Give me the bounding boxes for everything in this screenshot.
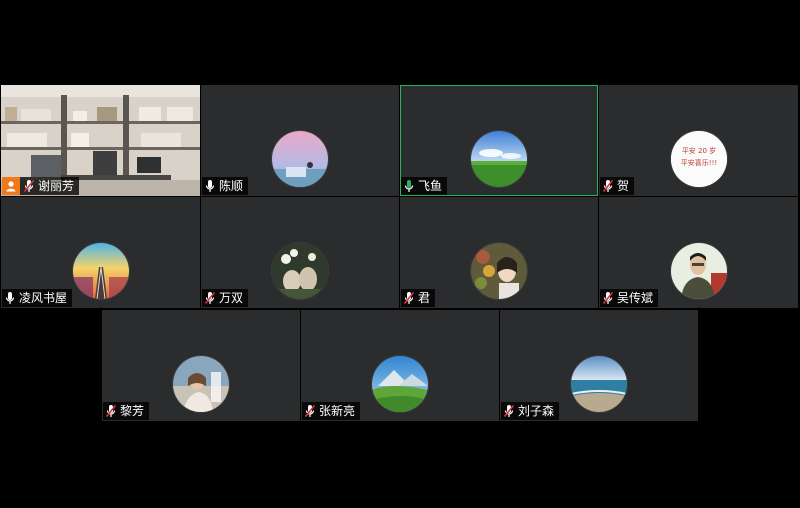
participant-label: 贺 bbox=[600, 177, 635, 195]
mic-on-icon bbox=[204, 179, 216, 193]
participant-label: 君 bbox=[401, 289, 436, 307]
mic-on-icon bbox=[4, 291, 16, 305]
video-grid: 谢丽芳 陈顺 飞鱼 平安 20 岁 平安喜乐!!! 贺 凌风书屋 万双 君 吴传… bbox=[0, 0, 800, 508]
girl-flowers-avatar bbox=[471, 243, 527, 299]
participant-name: 君 bbox=[418, 291, 431, 305]
participant-tile-6[interactable]: 万双 bbox=[201, 197, 399, 308]
participant-tile-1[interactable]: 谢丽芳 bbox=[1, 85, 200, 196]
railway-sunset-avatar bbox=[72, 243, 129, 299]
mic-muted-icon bbox=[204, 291, 216, 305]
participant-tile-4[interactable]: 平安 20 岁 平安喜乐!!! 贺 bbox=[599, 85, 798, 196]
participant-tile-9[interactable]: 黎芳 bbox=[102, 310, 300, 421]
participant-name: 贺 bbox=[617, 179, 630, 193]
participant-tile-3-active-speaker[interactable]: 飞鱼 bbox=[400, 85, 598, 196]
participant-name: 谢丽芳 bbox=[38, 179, 75, 193]
participant-name: 凌风书屋 bbox=[19, 291, 68, 305]
participant-label: 陈顺 bbox=[202, 177, 249, 195]
green-field-avatar bbox=[471, 131, 527, 187]
participant-label: 飞鱼 bbox=[401, 177, 448, 195]
host-icon bbox=[2, 177, 20, 195]
dogs-flowers-avatar bbox=[272, 243, 328, 299]
man-portrait-avatar bbox=[670, 243, 727, 299]
mountain-meadow-avatar bbox=[372, 356, 428, 412]
mic-muted-icon bbox=[503, 404, 515, 418]
participant-label: 凌风书屋 bbox=[2, 289, 73, 307]
pink-sky-avatar bbox=[272, 131, 328, 187]
sea-shore-avatar bbox=[571, 356, 627, 412]
participant-label: 刘子森 bbox=[501, 402, 560, 420]
participant-name: 黎芳 bbox=[120, 404, 145, 418]
handwriting-avatar: 平安 20 岁 平安喜乐!!! bbox=[670, 131, 727, 187]
participant-tile-7[interactable]: 君 bbox=[400, 197, 598, 308]
participant-tile-11[interactable]: 刘子森 bbox=[500, 310, 698, 421]
participant-label: 吴传斌 bbox=[600, 289, 659, 307]
woman-beach-avatar bbox=[173, 356, 229, 412]
svg-text:平安喜乐!!!: 平安喜乐!!! bbox=[680, 158, 716, 167]
mic-speaking-icon bbox=[403, 179, 415, 193]
participant-name: 万双 bbox=[219, 291, 244, 305]
participant-tile-10[interactable]: 张新亮 bbox=[301, 310, 499, 421]
participant-name: 吴传斌 bbox=[617, 291, 654, 305]
svg-text:平安 20 岁: 平安 20 岁 bbox=[681, 146, 715, 155]
participant-name: 飞鱼 bbox=[418, 179, 443, 193]
participant-label: 张新亮 bbox=[302, 402, 361, 420]
participant-tile-2[interactable]: 陈顺 bbox=[201, 85, 399, 196]
mic-muted-icon bbox=[602, 179, 614, 193]
mic-muted-icon bbox=[602, 291, 614, 305]
mic-muted-icon bbox=[105, 404, 117, 418]
mic-muted-icon bbox=[403, 291, 415, 305]
participant-name: 张新亮 bbox=[319, 404, 356, 418]
participant-tile-8[interactable]: 吴传斌 bbox=[599, 197, 798, 308]
participant-name: 陈顺 bbox=[219, 179, 244, 193]
mic-muted-icon bbox=[304, 404, 316, 418]
participant-label: 黎芳 bbox=[103, 402, 150, 420]
participant-name: 刘子森 bbox=[518, 404, 555, 418]
participant-tile-5[interactable]: 凌风书屋 bbox=[1, 197, 200, 308]
mic-muted-icon bbox=[23, 179, 35, 193]
participant-label: 万双 bbox=[202, 289, 249, 307]
participant-label: 谢丽芳 bbox=[2, 177, 80, 195]
